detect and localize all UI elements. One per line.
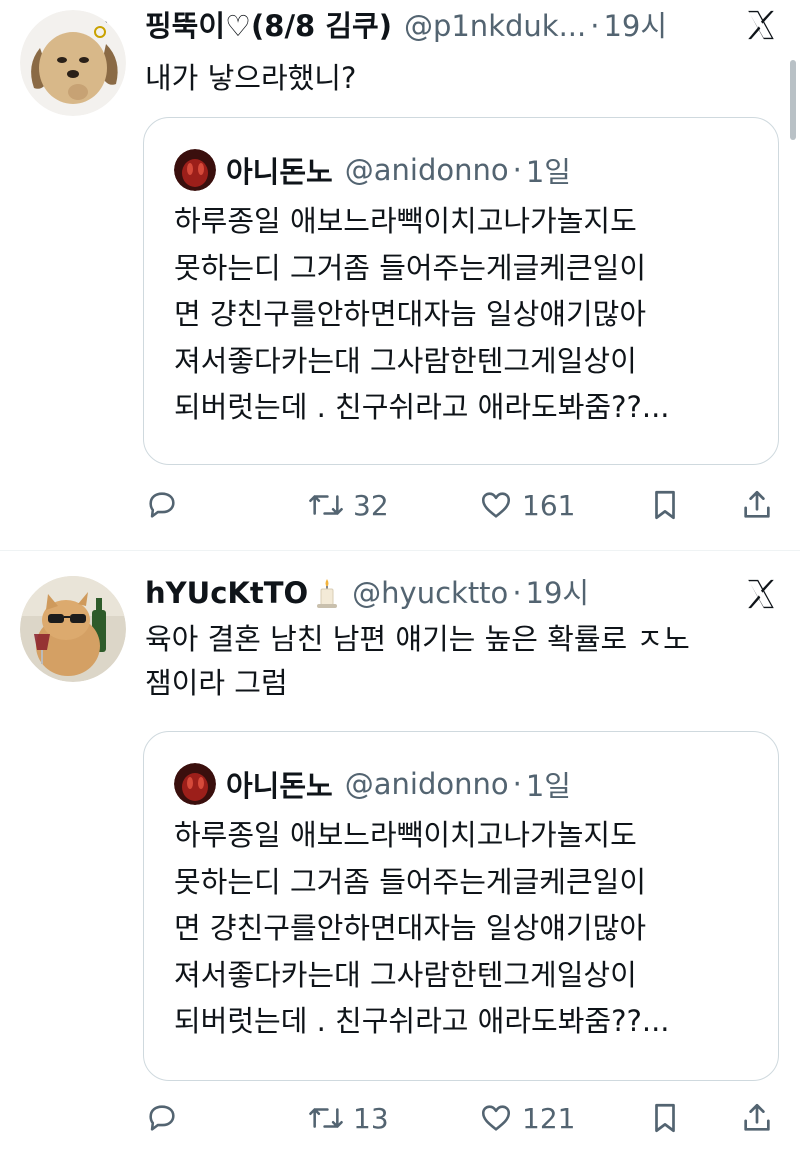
- retweet-button[interactable]: 13: [307, 1096, 389, 1140]
- quoted-tweet-header: 아니돈노 @anidonno · 1일: [174, 763, 571, 805]
- retweet-icon: [309, 495, 343, 515]
- quoted-tweet-text: 하루종일 애보느라빽이치고나가놀지도 못하는디 그거좀 들어주는게글케큰일이 면…: [174, 818, 670, 1038]
- like-button[interactable]: 161: [478, 483, 575, 527]
- quoted-timestamp: 1일: [525, 155, 571, 189]
- separator-dot: ·: [512, 767, 522, 801]
- quoted-avatar[interactable]: [174, 763, 216, 805]
- reply-icon: [149, 1105, 175, 1131]
- timestamp[interactable]: 19시: [603, 6, 667, 46]
- retweet-count: 32: [353, 488, 389, 522]
- tweet-text: 육아 결혼 남친 남편 얘기는 높은 확률로 ㅈ노 잼이라 그럼: [145, 622, 690, 700]
- tweet[interactable]: 핑뚝이♡(8/8 김쿠) @p1nkduk... · 19시 내가 낳으라했니?…: [0, 0, 800, 550]
- like-count: 161: [522, 488, 576, 522]
- candle-icon: [317, 579, 338, 608]
- author-name[interactable]: 핑뚝이♡(8/8 김쿠): [145, 6, 392, 46]
- tweet-header: hYUcKtTO @hyucktto · 19시: [145, 573, 589, 613]
- puppy-avatar-icon: [20, 10, 126, 116]
- quoted-avatar[interactable]: [174, 149, 216, 191]
- retweet-button[interactable]: 32: [307, 483, 389, 527]
- avatar[interactable]: [20, 10, 126, 116]
- share-button[interactable]: [740, 483, 774, 527]
- author-handle[interactable]: @p1nkduk...: [404, 6, 586, 46]
- cat-sunglasses-avatar-icon: [20, 576, 126, 682]
- quoted-tweet-text: 하루종일 애보느라빽이치고나가놀지도 못하는디 그거좀 들어주는게글케큰일이 면…: [174, 204, 670, 424]
- bookmark-button[interactable]: [648, 1096, 682, 1140]
- timestamp[interactable]: 19시: [526, 573, 590, 613]
- quoted-timestamp: 1일: [525, 769, 571, 803]
- retweet-icon: [309, 1108, 343, 1128]
- quoted-tweet[interactable]: 아니돈노 @anidonno · 1일 하루종일 애보느라빽이치고나가놀지도 못…: [143, 731, 779, 1081]
- avatar[interactable]: [20, 576, 126, 682]
- heart-icon: [481, 1105, 511, 1131]
- separator-dot: ·: [590, 9, 600, 43]
- reply-icon: [149, 492, 175, 518]
- x-logo-icon: [748, 579, 774, 609]
- author-handle[interactable]: @hyucktto: [352, 573, 508, 613]
- share-button[interactable]: [740, 1096, 774, 1140]
- quoted-author-name: 아니돈노: [226, 769, 333, 803]
- quoted-tweet-header: 아니돈노 @anidonno · 1일: [174, 149, 571, 191]
- bookmark-icon: [655, 490, 675, 520]
- quoted-author-handle: @anidonno: [344, 153, 509, 187]
- separator-dot: ·: [512, 576, 522, 610]
- like-count: 121: [522, 1101, 576, 1135]
- separator-dot: ·: [512, 153, 522, 187]
- author-name[interactable]: hYUcKtTO: [145, 573, 308, 613]
- share-icon: [744, 1103, 770, 1131]
- scrollbar[interactable]: [790, 60, 796, 140]
- tweet-header: 핑뚝이♡(8/8 김쿠) @p1nkduk... · 19시: [145, 6, 667, 46]
- dark-red-avatar-icon: [174, 149, 216, 191]
- tweet-text: 내가 낳으라했니?: [145, 61, 357, 95]
- quoted-tweet[interactable]: 아니돈노 @anidonno · 1일 하루종일 애보느라빽이치고나가놀지도 못…: [143, 117, 779, 465]
- x-logo-icon: [748, 10, 774, 40]
- action-bar: 32 161: [145, 483, 785, 527]
- retweet-count: 13: [353, 1101, 389, 1135]
- like-button[interactable]: 121: [478, 1096, 575, 1140]
- dark-red-avatar-icon: [174, 763, 216, 805]
- quoted-author-handle: @anidonno: [344, 767, 509, 801]
- quoted-author-name: 아니돈노: [226, 155, 333, 189]
- tweet[interactable]: hYUcKtTO @hyucktto · 19시 육아 결혼 남친 남편 얘기는…: [0, 551, 800, 1164]
- bookmark-icon: [655, 1103, 675, 1133]
- action-bar: 13 121: [145, 1096, 785, 1140]
- reply-button[interactable]: [145, 1096, 187, 1140]
- reply-button[interactable]: [145, 483, 187, 527]
- bookmark-button[interactable]: [648, 483, 682, 527]
- share-icon: [744, 490, 770, 518]
- heart-icon: [481, 492, 511, 518]
